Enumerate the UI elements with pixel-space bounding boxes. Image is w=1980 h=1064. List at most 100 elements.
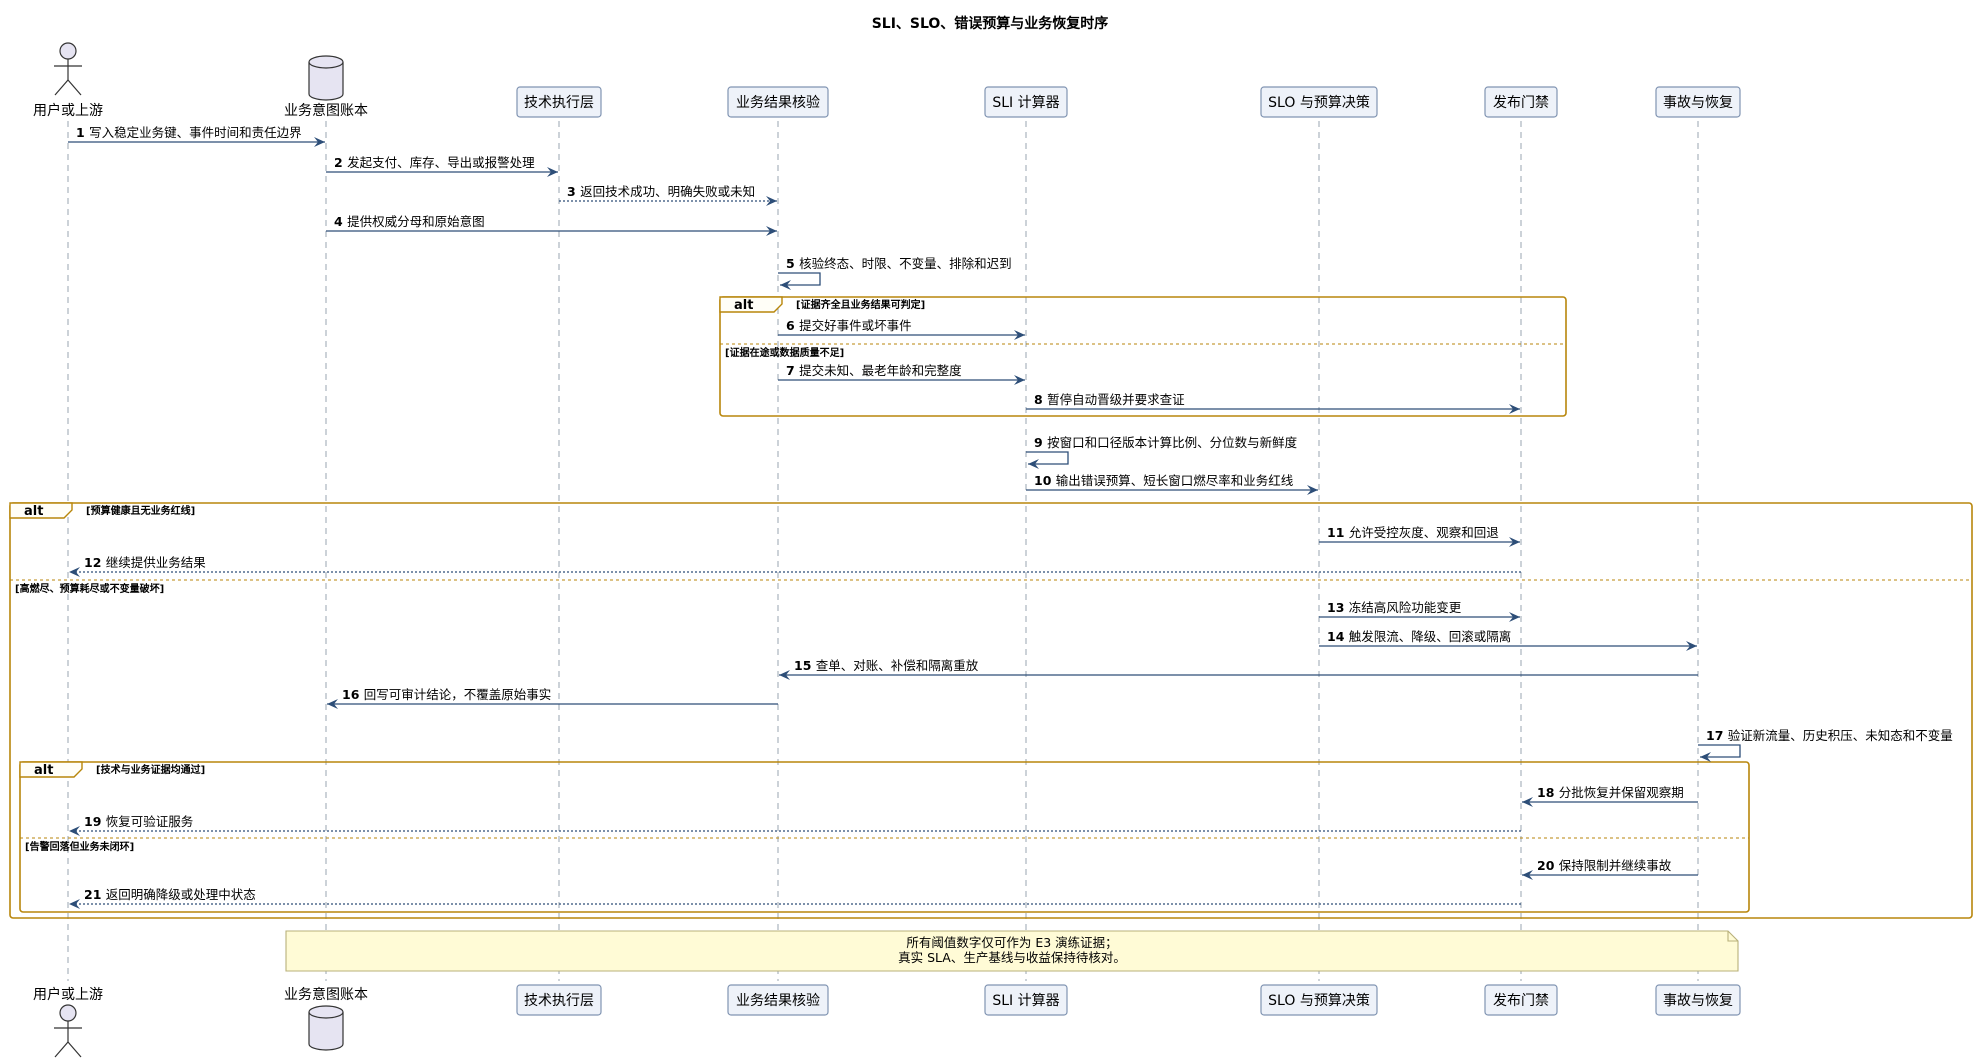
message-text: 提供权威分母和原始意图	[347, 214, 485, 229]
message-text: 允许受控灰度、观察和回退	[1349, 525, 1500, 540]
message-text: 分批恢复并保留观察期	[1559, 785, 1684, 800]
participant-gate: 发布门禁	[1484, 984, 1558, 1016]
actor-stick-figure-icon	[54, 1004, 82, 1058]
message-5: 5 核验终态、时限、不变量、排除和迟到	[778, 256, 1012, 290]
message-label: 20 保持限制并继续事故	[1537, 858, 1672, 873]
participant-incident: 事故与恢复	[1655, 86, 1741, 118]
participant-user: 用户或上游	[33, 986, 103, 1058]
message-18: 18 分批恢复并保留观察期	[1522, 785, 1698, 807]
message-11: 11 允许受控灰度、观察和回退	[1319, 525, 1520, 547]
participant-label: 业务结果核验	[736, 993, 820, 1009]
note-line: 所有阈值数字仅可作为 E3 演练证据；	[906, 935, 1117, 950]
fragment-label: alt	[24, 504, 43, 519]
message-text: 恢复可验证服务	[106, 814, 194, 829]
fragment-guard: [证据齐全且业务结果可判定]	[796, 298, 925, 311]
participant-label: SLO 与预算决策	[1268, 94, 1370, 111]
participant-verify: 业务结果核验	[727, 86, 829, 118]
lifelines	[67, 121, 1699, 981]
message-text: 发起支付、库存、导出或报警处理	[347, 155, 535, 170]
message-number: 4	[334, 214, 347, 229]
participant-label: 业务结果核验	[736, 95, 820, 111]
message-8: 8 暂停自动晋级并要求查证	[1026, 392, 1520, 414]
sequence-diagram: SLI、SLO、错误预算与业务恢复时序 alt [证据齐全且业务结果可判定] [证据…	[9, 15, 1973, 1058]
message-14: 14 触发限流、降级、回滚或隔离	[1319, 629, 1697, 651]
message-label: 18 分批恢复并保留观察期	[1537, 785, 1684, 800]
message-text: 核验终态、时限、不变量、排除和迟到	[799, 256, 1012, 271]
participant-gate: 发布门禁	[1484, 86, 1558, 118]
message-number: 6	[786, 318, 799, 333]
participant-label: 事故与恢复	[1663, 94, 1733, 111]
message-text: 返回技术成功、明确失败或未知	[580, 184, 755, 199]
participant-slo: SLO 与预算决策	[1260, 86, 1378, 118]
participant-label: 用户或上游	[33, 102, 103, 119]
actor-stick-figure-icon	[54, 42, 82, 96]
message-text: 提交好事件或坏事件	[799, 318, 912, 333]
messages: 1 写入稳定业务键、事件时间和责任边界 2 发起支付、库存、导出或报警处理 3 返回…	[68, 125, 1953, 909]
participant-label: 发布门禁	[1493, 993, 1549, 1009]
participant-label: 业务意图账本	[284, 102, 368, 119]
participant-label: 技术执行层	[524, 95, 594, 111]
message-arrow	[1698, 744, 1741, 762]
message-label: 2 发起支付、库存、导出或报警处理	[334, 155, 535, 170]
message-label: 14 触发限流、降级、回滚或隔离	[1327, 629, 1511, 644]
message-arrow	[1026, 451, 1069, 469]
note: 所有阈值数字仅可作为 E3 演练证据；真实 SLA、生产基线与收益保持待核对。	[285, 930, 1739, 972]
participant-label: 事故与恢复	[1663, 992, 1733, 1009]
message-label: 13 冻结高风险功能变更	[1327, 600, 1462, 615]
message-9: 9 按窗口和口径版本计算比例、分位数与新鲜度	[1026, 435, 1298, 469]
message-13: 13 冻结高风险功能变更	[1319, 600, 1520, 622]
participant-label: SLI 计算器	[992, 95, 1059, 111]
participant-sli: SLI 计算器	[984, 984, 1068, 1016]
message-16: 16 回写可审计结论，不覆盖原始事实	[327, 687, 778, 709]
participant-slo: SLO 与预算决策	[1260, 984, 1378, 1016]
message-number: 2	[334, 155, 347, 170]
participants-bottom: 用户或上游 业务意图账本 技术执行层 业务结果核验 SLI 计算器 SLO 与预算决策 发布…	[33, 984, 1741, 1058]
message-label: 16 回写可审计结论，不覆盖原始事实	[342, 687, 551, 702]
message-label: 7 提交未知、最老年龄和完整度	[786, 363, 962, 378]
participant-label: SLO 与预算决策	[1268, 992, 1370, 1009]
participant-tech: 技术执行层	[516, 984, 602, 1016]
message-number: 13	[1327, 600, 1349, 615]
message-text: 触发限流、降级、回滚或隔离	[1349, 629, 1512, 644]
message-text: 返回明确降级或处理中状态	[106, 887, 256, 902]
participant-sli: SLI 计算器	[984, 86, 1068, 118]
message-text: 按窗口和口径版本计算比例、分位数与新鲜度	[1047, 435, 1298, 450]
fragment-frame	[19, 761, 1750, 913]
message-text: 提交未知、最老年龄和完整度	[799, 363, 962, 378]
fragment-else-guard: [证据在途或数据质量不足]	[725, 346, 844, 359]
message-number: 1	[76, 125, 89, 140]
message-label: 4 提供权威分母和原始意图	[334, 214, 485, 229]
message-number: 9	[1034, 435, 1047, 450]
message-text: 查单、对账、补偿和隔离重放	[816, 658, 979, 673]
message-19: 19 恢复可验证服务	[69, 814, 1521, 836]
participant-label: 技术执行层	[524, 993, 594, 1009]
participant-ledger: 业务意图账本	[284, 55, 368, 119]
message-arrow	[778, 272, 821, 290]
message-label: 15 查单、对账、补偿和隔离重放	[794, 658, 979, 673]
message-label: 9 按窗口和口径版本计算比例、分位数与新鲜度	[1034, 435, 1298, 450]
database-cylinder-icon	[308, 55, 344, 101]
message-text: 冻结高风险功能变更	[1349, 600, 1462, 615]
diagram-title: SLI、SLO、错误预算与业务恢复时序	[872, 15, 1109, 32]
message-1: 1 写入稳定业务键、事件时间和责任边界	[68, 125, 325, 147]
message-text: 输出错误预算、短长窗口燃尽率和业务红线	[1056, 473, 1294, 488]
message-6: 6 提交好事件或坏事件	[778, 318, 1025, 340]
participant-verify: 业务结果核验	[727, 984, 829, 1016]
message-number: 11	[1327, 525, 1349, 540]
participant-label: 发布门禁	[1493, 95, 1549, 111]
message-3: 3 返回技术成功、明确失败或未知	[559, 184, 777, 206]
participant-label: 业务意图账本	[284, 986, 368, 1003]
fragment-label: alt	[34, 763, 53, 778]
message-7: 7 提交未知、最老年龄和完整度	[778, 363, 1025, 385]
message-number: 16	[342, 687, 364, 702]
message-text: 保持限制并继续事故	[1559, 858, 1672, 873]
message-20: 20 保持限制并继续事故	[1522, 858, 1698, 880]
message-number: 7	[786, 363, 799, 378]
message-21: 21 返回明确降级或处理中状态	[69, 887, 1521, 909]
database-cylinder-icon	[308, 1005, 344, 1051]
message-number: 10	[1034, 473, 1056, 488]
participant-label: 用户或上游	[33, 986, 103, 1003]
message-text: 回写可审计结论，不覆盖原始事实	[364, 687, 552, 702]
message-text: 写入稳定业务键、事件时间和责任边界	[89, 125, 302, 140]
alt-fragment: alt [预算健康且无业务红线] [高燃尽、预算耗尽或不变量破坏]	[9, 502, 1973, 919]
